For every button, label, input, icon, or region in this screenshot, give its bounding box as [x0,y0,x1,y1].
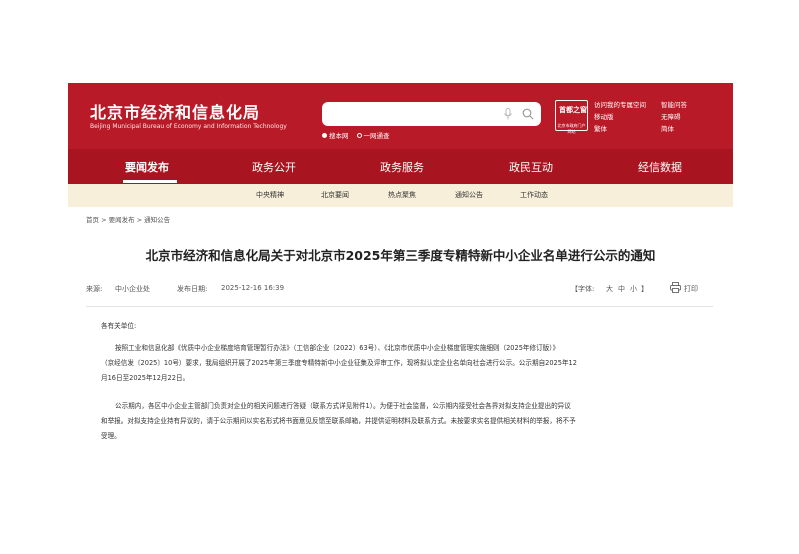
nav-services[interactable]: 政务服务 [380,159,424,175]
print-button[interactable]: 打印 [684,284,698,294]
page: 北京市经济和信息化局 Beijing Municipal Bureau of E… [68,83,733,483]
paragraph-line: 受理。 [101,432,121,440]
font-size-small[interactable]: 小 [630,284,637,294]
search-scope: 搜本网 一网通查 [322,130,390,140]
site-header: 北京市经济和信息化局 Beijing Municipal Bureau of E… [68,83,733,149]
site-title[interactable]: 北京市经济和信息化局 [90,99,260,123]
main-nav: 要闻发布 政务公开 政务服务 政民互动 经信数据 [68,149,733,184]
publish-date: 2025-12-16 16:39 [221,284,285,292]
search-input[interactable] [328,105,493,123]
font-size-large[interactable]: 大 [606,284,613,294]
nav-active-indicator [123,180,177,183]
paragraph-line: 按照工业和信息化部《优质中小企业梯度培育管理暂行办法》（工信部企业〔2022〕6… [115,344,560,352]
link-mobile[interactable]: 移动版 [594,111,614,121]
subnav-work-updates[interactable]: 工作动态 [520,190,548,200]
font-size-close: 】 [641,285,648,293]
search-scope-all[interactable]: 一网通查 [356,130,390,140]
nav-news[interactable]: 要闻发布 [125,159,169,175]
capital-window-logo[interactable]: 首都之窗 北京市政府门户网站 [555,100,588,134]
sub-nav: 中央精神 北京要闻 热点聚焦 通知公告 工作动态 [68,184,733,207]
radio-icon [356,132,362,138]
search-scope-site[interactable]: 搜本网 [322,130,349,140]
font-size-label: 【字体: [571,285,595,293]
meta-divider [86,306,713,307]
link-smart-qa[interactable]: 智能问答 [661,99,687,109]
print-icon[interactable] [670,282,681,293]
article-title: 北京市经济和信息化局关于对北京市2025年第三季度专精特新中小企业名单进行公示的… [145,248,656,263]
link-simplified[interactable]: 简体 [661,123,674,133]
search-box[interactable] [322,102,541,126]
radio-selected-icon [322,132,327,138]
site-subtitle: Beijing Municipal Bureau of Economy and … [90,123,287,130]
nav-data[interactable]: 经信数据 [638,159,682,175]
search-icon[interactable] [522,108,534,120]
subnav-notices[interactable]: 通知公告 [455,190,483,200]
link-accessibility[interactable]: 无障碍 [661,111,681,121]
subnav-beijing-news[interactable]: 北京要闻 [321,190,349,200]
source-label: 来源: [86,285,103,293]
source-value: 中小企业处 [115,285,150,293]
subnav-hot-topics[interactable]: 热点聚焦 [388,190,416,200]
paragraph-line: （京经信发〔2025〕10号）要求，我局组织开展了2025年第三季度专精特新中小… [101,359,577,367]
subnav-central[interactable]: 中央精神 [256,190,284,200]
microphone-icon[interactable] [503,108,513,120]
link-personal-space[interactable]: 访问我的专属空间 [594,99,646,109]
breadcrumb[interactable]: 首页 > 要闻发布 > 通知公告 [86,214,170,224]
logo-caption: 北京市政府门户网站 [557,123,586,134]
nav-open-government[interactable]: 政务公开 [252,159,296,175]
paragraph-line: 公示期内，各区中小企业主管部门负责对企业的相关问题进行答疑（联系方式详见附件1）… [115,402,571,410]
salutation: 各有关单位: [101,322,137,330]
date-label: 发布日期: [177,285,208,293]
nav-interaction[interactable]: 政民互动 [509,159,553,175]
link-traditional[interactable]: 繁体 [594,123,607,133]
paragraph-line: 和举报。对拟支持企业持有异议的，请于公示期间以实名形式将书面意见反馈至联系邮箱，… [101,417,576,425]
font-size-medium[interactable]: 中 [618,284,625,294]
logo-text: 首都之窗 [559,106,587,114]
paragraph-line: 月16日至2025年12月22日。 [101,374,190,382]
